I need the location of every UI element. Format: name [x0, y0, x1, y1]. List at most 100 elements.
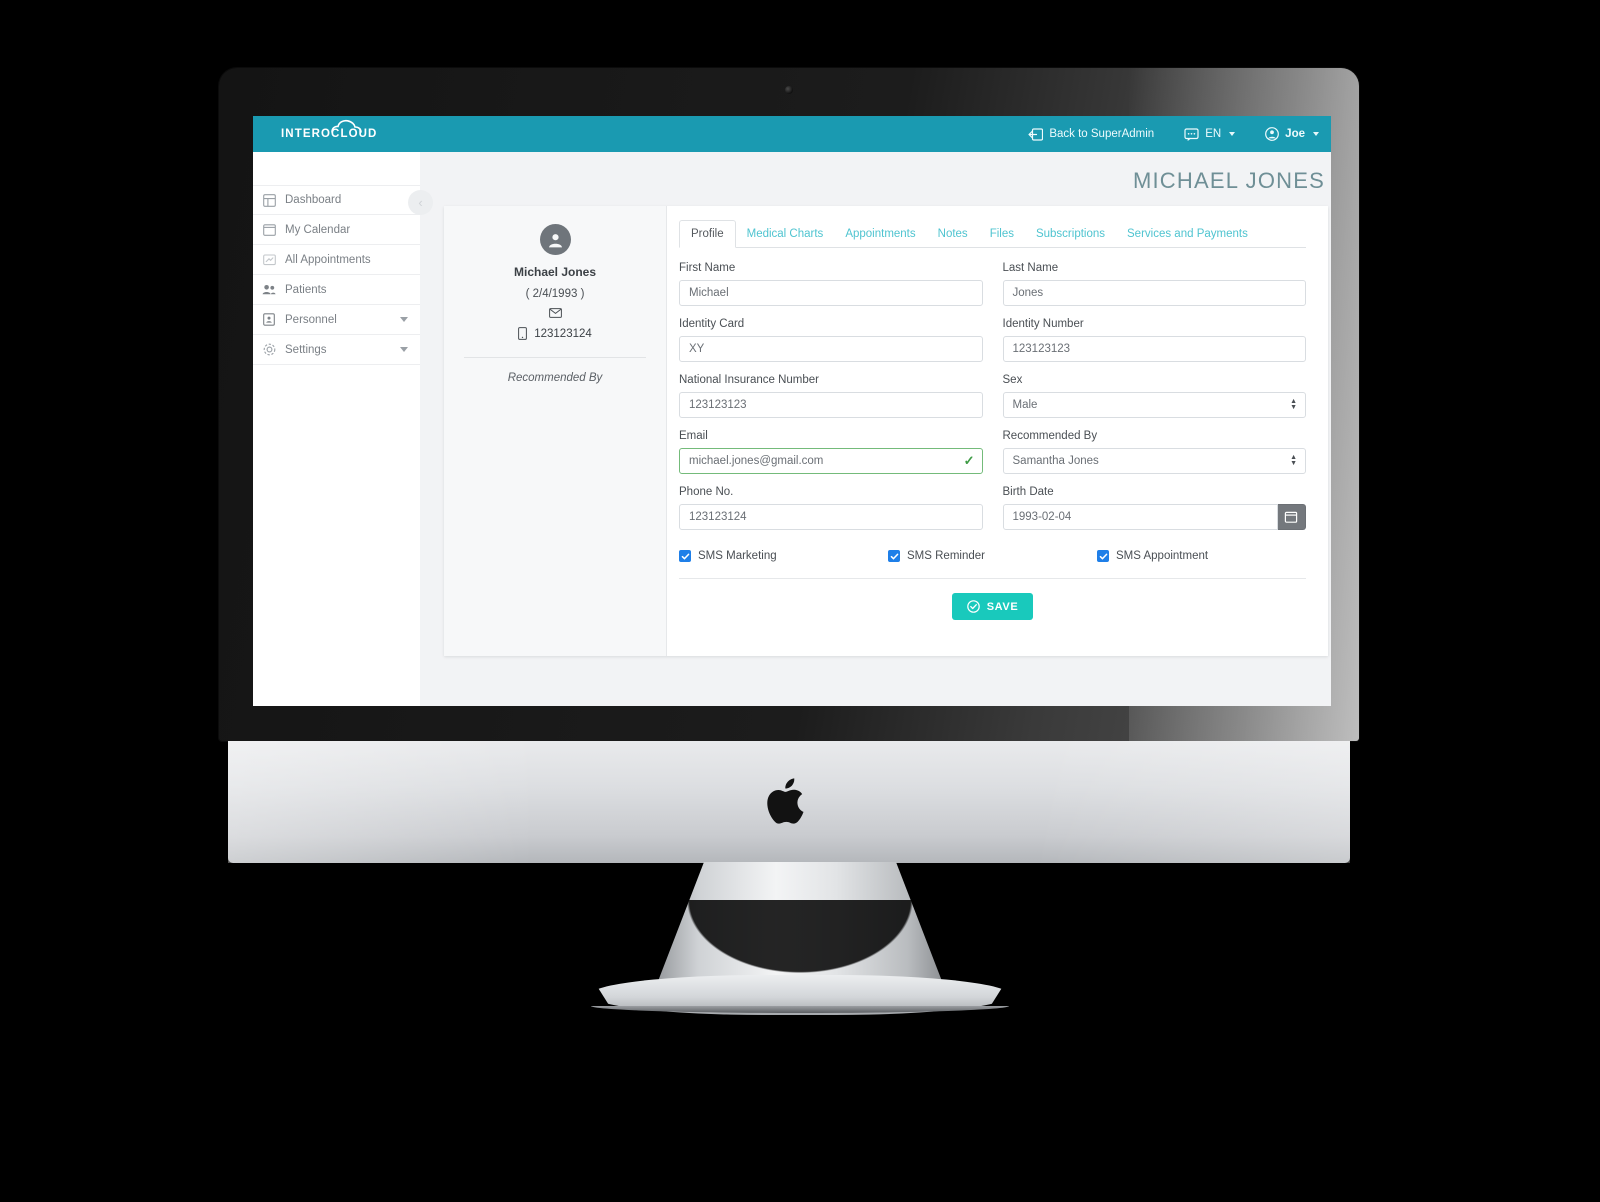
checkbox-checked-icon[interactable]: [1097, 550, 1109, 562]
chevron-left-icon: ‹: [418, 195, 423, 210]
sidebar-item-settings[interactable]: Settings: [253, 335, 420, 365]
sidebar-item-label: Personnel: [285, 313, 337, 326]
webcam-icon: [785, 86, 793, 94]
patient-email-row[interactable]: [464, 305, 646, 323]
last-name-input[interactable]: Jones: [1002, 280, 1306, 306]
email-input[interactable]: michael.jones@gmail.com: [679, 448, 983, 474]
tab-appointments[interactable]: Appointments: [834, 221, 926, 247]
calendar-picker-button[interactable]: [1277, 504, 1306, 530]
id-badge-icon: [262, 313, 276, 327]
field-first-name: First Name Michael: [679, 262, 983, 306]
sex-select[interactable]: Male: [1002, 392, 1306, 418]
tab-profile[interactable]: Profile: [679, 220, 736, 248]
form-footer: SAVE: [679, 578, 1306, 640]
field-birth-date: Birth Date 1993-02-04: [1002, 486, 1306, 530]
checkbox-label: SMS Appointment: [1116, 550, 1209, 562]
last-name-label: Last Name: [1002, 262, 1059, 274]
tab-notes[interactable]: Notes: [927, 221, 979, 247]
chevron-down-icon[interactable]: [400, 347, 408, 352]
identity-card-input[interactable]: XY: [679, 336, 983, 362]
checkbox-sms-marketing[interactable]: SMS Marketing: [679, 550, 888, 562]
field-email: Email michael.jones@gmail.com ✓: [679, 430, 983, 474]
patient-birth-display: ( 2/4/1993 ): [525, 288, 585, 300]
email-label: Email: [679, 430, 708, 442]
app-topbar: INTERO CLOUD Back to SuperAdmin EN Joe: [253, 116, 1331, 152]
translate-icon: [1184, 127, 1199, 141]
save-button[interactable]: SAVE: [951, 593, 1034, 620]
sidebar-item-patients[interactable]: Patients: [253, 275, 420, 305]
national-insurance-number-input[interactable]: 123123123: [679, 392, 983, 418]
panel-divider: [464, 357, 646, 358]
field-sex: Sex Male ▲ ▼: [1002, 374, 1306, 418]
page-title: MICHAEL JONES: [1132, 168, 1325, 193]
sidebar-item-my-calendar[interactable]: My Calendar: [253, 215, 420, 245]
identity-number-input[interactable]: 123123123: [1002, 336, 1306, 362]
sidebar-item-dashboard[interactable]: Dashboard: [253, 185, 420, 215]
calendar-icon: [1285, 511, 1298, 523]
people-icon: [262, 283, 276, 297]
patient-phone-row: 123123124: [464, 327, 646, 340]
tab-subscriptions[interactable]: Subscriptions: [1025, 221, 1116, 247]
user-label: Joe: [1285, 128, 1305, 140]
brand-name-part1: INTERO: [281, 128, 332, 140]
screen-viewport: INTERO CLOUD Back to SuperAdmin EN Joe D…: [253, 116, 1331, 706]
checkbox-checked-icon[interactable]: [888, 550, 900, 562]
recommended-by-select[interactable]: Samantha Jones: [1002, 448, 1306, 474]
topbar-right-group: Back to SuperAdmin EN Joe: [1028, 127, 1319, 141]
sidebar-item-label: All Appointments: [285, 253, 371, 266]
first-name-input[interactable]: Michael: [679, 280, 983, 306]
phone-no-input[interactable]: 123123124: [679, 504, 983, 530]
phone-no-label: Phone No.: [679, 486, 734, 498]
imac-stand-foot-edge: [591, 1006, 1009, 1013]
checkbox-sms-appointment[interactable]: SMS Appointment: [1097, 550, 1306, 562]
select-updown-icon: ▲ ▼: [1290, 454, 1297, 467]
chevron-down-icon[interactable]: [400, 317, 408, 322]
sms-preferences-row: SMS Marketing SMS Reminder SMS Appointme…: [679, 542, 1306, 562]
tab-services-and-payments[interactable]: Services and Payments: [1116, 221, 1259, 247]
sidebar-item-all-appointments[interactable]: All Appointments: [253, 245, 420, 275]
chevron-down-icon: [1229, 132, 1236, 136]
identity-card-label: Identity Card: [679, 318, 745, 330]
tab-bar: Profile Medical Charts Appointments Note…: [679, 206, 1306, 248]
birth-date-input[interactable]: 1993-02-04: [1002, 504, 1278, 530]
field-last-name: Last Name Jones: [1002, 262, 1306, 306]
sidebar: Dashboard My Calendar All Appointments P…: [253, 152, 420, 706]
language-selector[interactable]: EN: [1184, 127, 1236, 141]
field-phone-no: Phone No. 123123124: [679, 486, 983, 530]
app-body: Dashboard My Calendar All Appointments P…: [253, 152, 1331, 706]
first-name-label: First Name: [679, 262, 736, 274]
patient-summary-panel: Michael Jones ( 2/4/1993 ) 123123124 Rec…: [444, 206, 667, 656]
select-updown-icon: ▲ ▼: [1290, 398, 1297, 411]
brand-logo[interactable]: INTERO CLOUD: [281, 119, 377, 140]
logout-arrow-icon: [1028, 127, 1044, 141]
avatar: [539, 224, 571, 255]
field-recommended-by: Recommended By Samantha Jones ▲ ▼: [1002, 430, 1306, 474]
recommended-by-label: Recommended By: [507, 372, 603, 384]
patient-detail-card: Michael Jones ( 2/4/1993 ) 123123124 Rec…: [444, 206, 1328, 656]
checkbox-checked-icon[interactable]: [679, 550, 691, 562]
sidebar-item-label: My Calendar: [285, 223, 351, 236]
chevron-down-icon: [1313, 132, 1319, 136]
sex-label: Sex: [1002, 374, 1023, 386]
national-insurance-number-label: National Insurance Number: [679, 374, 819, 386]
sidebar-item-label: Patients: [285, 283, 327, 296]
envelope-icon: [548, 308, 562, 318]
calendar-icon: [262, 223, 276, 237]
sidebar-collapse-button[interactable]: ‹: [408, 190, 433, 215]
profile-form-panel: Profile Medical Charts Appointments Note…: [667, 206, 1328, 656]
sidebar-item-label: Settings: [285, 343, 327, 356]
apple-logo-icon: [767, 778, 804, 824]
check-icon: ✓: [963, 453, 975, 468]
checkbox-label: SMS Marketing: [698, 550, 777, 562]
checkbox-sms-reminder[interactable]: SMS Reminder: [888, 550, 1097, 562]
back-to-superadmin-link[interactable]: Back to SuperAdmin: [1028, 127, 1154, 141]
language-label: EN: [1205, 128, 1222, 140]
dashboard-icon: [262, 193, 276, 207]
birth-date-label: Birth Date: [1002, 486, 1054, 498]
tab-files[interactable]: Files: [979, 221, 1025, 247]
sidebar-item-personnel[interactable]: Personnel: [253, 305, 420, 335]
user-menu[interactable]: Joe: [1265, 127, 1319, 141]
check-circle-icon: [966, 600, 980, 613]
appointments-icon: [262, 253, 276, 267]
tab-medical-charts[interactable]: Medical Charts: [736, 221, 835, 247]
